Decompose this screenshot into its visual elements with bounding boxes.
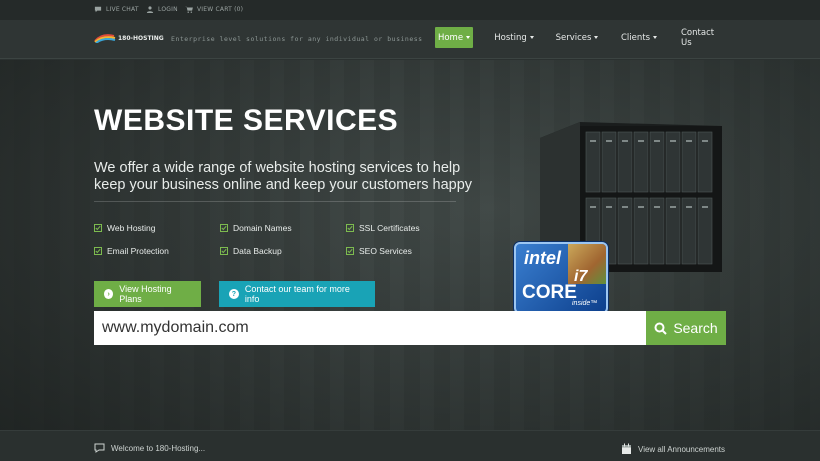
nav-hosting[interactable]: Hosting (490, 27, 538, 48)
chevron-down-icon (529, 36, 534, 39)
chevron-down-icon (466, 36, 471, 39)
core-text: CORE (522, 282, 577, 303)
nav-services-label: Services (555, 32, 592, 43)
welcome-announcement[interactable]: Welcome to 180-Hosting... (94, 443, 205, 453)
feature-item: Email Protection (94, 246, 169, 256)
checkbox-icon (220, 224, 228, 232)
logo-text: 180-HOSTING (118, 34, 164, 42)
view-cart-label: VIEW CART (0) (197, 6, 244, 13)
announcements-bar: Welcome to 180-Hosting... View all Annou… (0, 430, 820, 461)
contact-team-label: Contact our team for more info (244, 284, 350, 304)
feature-label: Data Backup (233, 246, 282, 256)
site-header: 180-HOSTING Enterprise level solutions f… (0, 20, 820, 59)
nav-home[interactable]: Home (435, 27, 473, 48)
feature-item: SEO Services (346, 246, 412, 256)
feature-item: Data Backup (220, 246, 282, 256)
site-tagline: Enterprise level solutions for any indiv… (171, 35, 423, 43)
checkbox-icon (346, 247, 354, 255)
feature-label: Web Hosting (107, 223, 156, 233)
checkbox-icon (94, 224, 102, 232)
feature-label: SEO Services (359, 246, 412, 256)
checkbox-icon (346, 224, 354, 232)
search-button[interactable]: Search (646, 311, 726, 345)
view-all-label: View all Announcements (638, 444, 726, 454)
nav-home-label: Home (437, 32, 464, 43)
domain-search-input[interactable] (94, 311, 646, 345)
checkbox-icon (220, 247, 228, 255)
view-all-announcements-link[interactable]: View all Announcements (621, 443, 725, 455)
hero-title: WEBSITE SERVICES (94, 104, 399, 137)
login-link[interactable]: LOGIN (146, 6, 178, 13)
question-icon: ? (229, 289, 239, 299)
site-logo[interactable]: 180-HOSTING (94, 33, 164, 43)
live-chat-link[interactable]: LIVE CHAT (94, 6, 139, 13)
feature-item: Web Hosting (94, 223, 156, 233)
cart-icon (185, 6, 193, 13)
view-hosting-plans-button[interactable]: › View Hosting Plans (94, 281, 201, 307)
hero-banner: WEBSITE SERVICES We offer a wide range o… (0, 60, 820, 430)
chevron-down-icon (653, 36, 658, 39)
live-chat-label: LIVE CHAT (106, 6, 139, 13)
logo-swoosh-icon (94, 34, 116, 43)
feature-label: SSL Certificates (359, 223, 420, 233)
view-cart-link[interactable]: VIEW CART (0) (185, 6, 243, 13)
feature-item: SSL Certificates (346, 223, 420, 233)
calendar-icon (622, 443, 631, 454)
view-hosting-plans-label: View Hosting Plans (119, 284, 172, 304)
i7-text: i7 (574, 268, 588, 285)
nav-hosting-label: Hosting (494, 32, 527, 43)
welcome-text: Welcome to 180-Hosting... (111, 443, 206, 453)
feature-item: Domain Names (220, 223, 292, 233)
user-icon (146, 6, 154, 13)
checkbox-icon (94, 247, 102, 255)
top-utility-bar: LIVE CHAT LOGIN VIEW CART (0) (0, 0, 820, 20)
intel-core-i7-badge: intel CORE i7 inside™ (514, 242, 608, 314)
nav-clients-label: Clients (620, 32, 651, 43)
login-label: LOGIN (158, 6, 178, 13)
inside-text: inside™ (572, 300, 598, 307)
arrow-right-icon: › (104, 289, 114, 299)
contact-team-button[interactable]: ? Contact our team for more info (219, 281, 375, 307)
nav-clients[interactable]: Clients (616, 27, 662, 48)
nav-contact-label: Contact Us (681, 27, 715, 48)
hero-divider (94, 201, 456, 202)
feature-label: Domain Names (233, 223, 292, 233)
comment-icon (94, 443, 105, 453)
nav-services[interactable]: Services (553, 27, 601, 48)
intel-logo-text: intel (524, 248, 562, 268)
search-button-label: Search (673, 320, 718, 336)
feature-label: Email Protection (107, 246, 169, 256)
hero-subtitle: We offer a wide range of website hosting… (94, 160, 473, 193)
chat-icon (94, 6, 102, 13)
nav-contact-us[interactable]: Contact Us (675, 27, 729, 48)
search-icon (654, 322, 668, 335)
chevron-down-icon (594, 36, 599, 39)
